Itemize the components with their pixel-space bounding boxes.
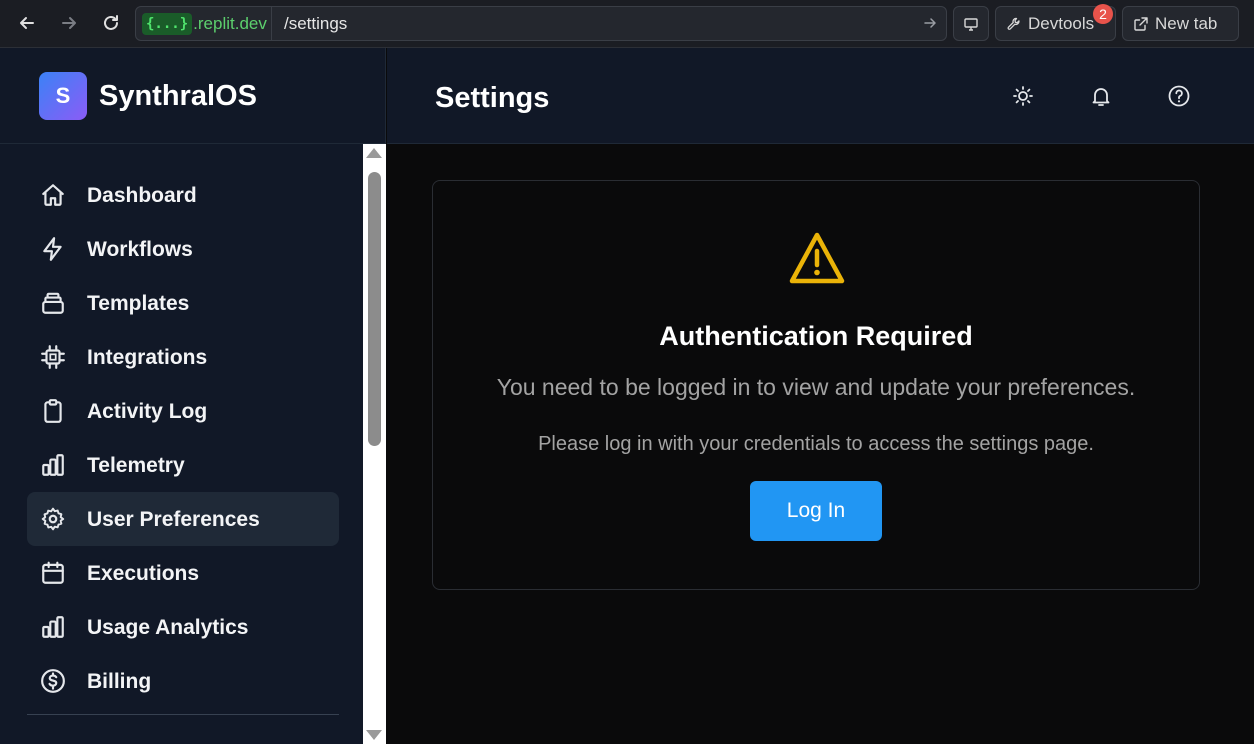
auth-note: Please log in with your credentials to a…: [538, 433, 1094, 455]
chip-icon: [40, 344, 66, 370]
page-title: Settings: [435, 82, 550, 114]
devtools-label: Devtools: [1028, 13, 1095, 33]
bar-chart-icon: [40, 614, 66, 640]
url-badge: {...}: [142, 12, 193, 35]
sun-icon[interactable]: [1011, 84, 1035, 108]
sidebar-item-activity-log[interactable]: Activity Log: [27, 384, 339, 438]
lightning-icon: [40, 236, 66, 262]
device-preview-button[interactable]: [953, 6, 989, 41]
go-arrow-icon[interactable]: [922, 15, 938, 31]
new-tab-button[interactable]: New tab: [1122, 6, 1239, 41]
sidebar-item-label: Billing: [87, 670, 152, 693]
devtools-count-badge: 2: [1093, 4, 1113, 24]
scroll-thumb[interactable]: [368, 172, 381, 446]
sidebar-item-user-preferences[interactable]: User Preferences: [27, 492, 339, 546]
sidebar-item-billing[interactable]: Billing: [27, 654, 339, 708]
main-content: Authentication Required You need to be l…: [387, 145, 1254, 744]
sidebar-item-label: Activity Log: [87, 400, 208, 423]
sidebar-item-executions[interactable]: Executions: [27, 546, 339, 600]
app-logo[interactable]: S: [39, 72, 87, 120]
sidebar-nav: Dashboard Workflows Templates Integratio…: [27, 168, 339, 708]
calendar-icon: [40, 560, 66, 586]
sidebar-item-telemetry[interactable]: Telemetry: [27, 438, 339, 492]
external-link-icon: [1134, 16, 1148, 31]
url-domain: .replit.dev: [193, 13, 267, 33]
bar-chart-icon: [40, 452, 66, 478]
new-tab-label: New tab: [1155, 13, 1218, 33]
arrow-right-icon: [62, 17, 76, 29]
auth-subtitle: You need to be logged in to view and upd…: [496, 374, 1136, 400]
sidebar-item-label: Executions: [87, 562, 200, 585]
layers-icon: [40, 290, 66, 316]
sidebar-divider: [27, 714, 339, 715]
auth-required-card: Authentication Required You need to be l…: [432, 180, 1200, 590]
clipboard-icon: [40, 398, 66, 424]
login-button[interactable]: Log In: [750, 481, 882, 541]
sidebar-item-templates[interactable]: Templates: [27, 276, 339, 330]
dollar-icon: [40, 668, 66, 694]
monitor-icon: [964, 17, 978, 31]
brand: S SynthralOS: [0, 48, 386, 144]
sidebar-item-dashboard[interactable]: Dashboard: [27, 168, 339, 222]
help-icon[interactable]: [1167, 84, 1191, 108]
forward-button[interactable]: [54, 8, 84, 38]
browser-toolbar: {...} .replit.dev /settings Devtools 2 N…: [0, 0, 1254, 48]
sidebar-item-label: Templates: [87, 292, 190, 315]
arrow-left-icon: [20, 17, 34, 29]
url-separator: [271, 7, 272, 40]
bell-icon[interactable]: [1089, 84, 1113, 108]
url-path: /settings: [284, 14, 348, 33]
sidebar-item-label: Usage Analytics: [87, 616, 249, 639]
sidebar-item-workflows[interactable]: Workflows: [27, 222, 339, 276]
warning-icon: [788, 231, 846, 285]
back-button[interactable]: [12, 8, 42, 38]
sidebar-item-label: User Preferences: [87, 508, 260, 531]
devtools-button[interactable]: Devtools 2: [995, 4, 1116, 41]
auth-title: Authentication Required: [659, 321, 973, 351]
app-name: SynthralOS: [99, 80, 257, 112]
sidebar-item-label: Workflows: [87, 238, 193, 261]
home-icon: [40, 182, 66, 208]
wrench-icon: [1007, 17, 1020, 30]
top-header: Settings: [387, 48, 1254, 144]
sidebar-scrollbar[interactable]: [363, 144, 386, 744]
sidebar-item-label: Dashboard: [87, 184, 197, 207]
address-bar[interactable]: {...} .replit.dev /settings: [135, 6, 947, 41]
reload-icon: [104, 15, 118, 30]
scroll-up-arrow-icon[interactable]: [366, 148, 382, 158]
sidebar-item-label: Telemetry: [87, 454, 185, 477]
sidebar-item-label: Integrations: [87, 346, 208, 369]
reload-button[interactable]: [96, 8, 126, 38]
sidebar-item-usage-analytics[interactable]: Usage Analytics: [27, 600, 339, 654]
sidebar-item-integrations[interactable]: Integrations: [27, 330, 339, 384]
sidebar: S SynthralOS Dashboard Workflows Templat…: [0, 48, 386, 744]
gear-icon: [40, 506, 66, 532]
scroll-down-arrow-icon[interactable]: [366, 730, 382, 740]
